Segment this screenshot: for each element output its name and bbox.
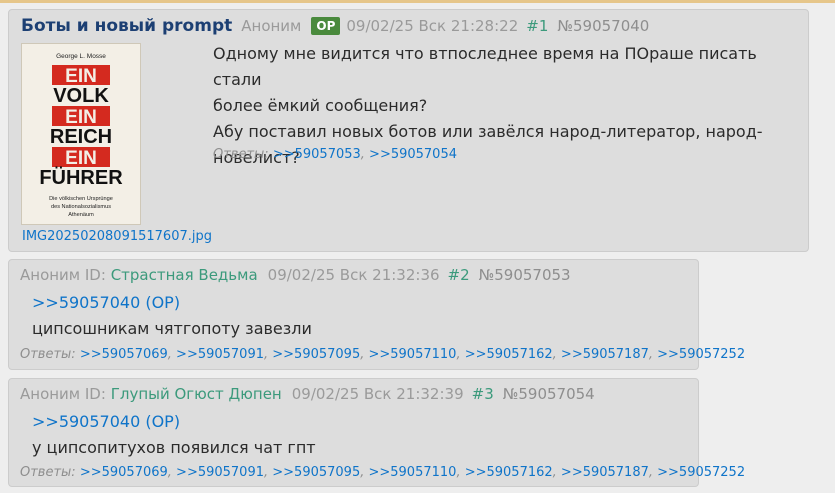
answer-link[interactable]: >>59057053 bbox=[273, 147, 361, 162]
reply-post: Аноним ID: Страстная Ведьма 09/02/25 Вск … bbox=[8, 259, 745, 370]
cover-subtitle-line: des Nationalsozialismus bbox=[51, 204, 111, 210]
cover-title-line: EIN bbox=[65, 66, 97, 87]
answer-link[interactable]: >>59057162 bbox=[465, 465, 553, 480]
answers-label: Ответы: bbox=[20, 347, 76, 362]
top-border bbox=[0, 0, 835, 3]
post-id[interactable]: №59057040 bbox=[557, 17, 649, 35]
post-number: #1 bbox=[526, 17, 549, 35]
answer-link[interactable]: >>59057069 bbox=[80, 347, 168, 362]
cover-author: George L. Mosse bbox=[56, 53, 106, 60]
book-cover-image: George L. Mosse EINVOLKEINREICHEINFÜHRER… bbox=[22, 44, 140, 224]
post-header: Аноним ID: Глупый Огюст Дюпен 09/02/25 Вс… bbox=[20, 384, 595, 404]
post-number: #3 bbox=[471, 385, 494, 403]
answer-link[interactable]: >>59057069 bbox=[80, 465, 168, 480]
message-line: Абу поставил новых ботов или завёлся нар… bbox=[213, 122, 763, 141]
post-header: Боты и новый prompt Аноним OP 09/02/25 Вск … bbox=[21, 16, 649, 36]
post-date: 09/02/25 Вск 21:28:22 bbox=[346, 17, 519, 35]
post-date: 09/02/25 Вск 21:32:36 bbox=[267, 266, 440, 284]
post-number: #2 bbox=[447, 266, 470, 284]
answer-link[interactable]: >>59057252 bbox=[657, 347, 745, 362]
post-id[interactable]: №59057054 bbox=[503, 385, 595, 403]
answers-label: Ответы: bbox=[213, 147, 269, 162]
cover-subtitle-line: Athenäum bbox=[68, 212, 94, 218]
poster-name: Аноним ID: bbox=[20, 385, 106, 403]
answers-label: Ответы: bbox=[20, 465, 76, 480]
answer-link[interactable]: >>59057252 bbox=[657, 465, 745, 480]
cover-title-line: EIN bbox=[65, 148, 97, 169]
answer-link[interactable]: >>59057187 bbox=[561, 347, 649, 362]
cover-title-line: FÜHRER bbox=[39, 166, 123, 189]
post-date: 09/02/25 Вск 21:32:39 bbox=[291, 385, 464, 403]
answer-link[interactable]: >>59057091 bbox=[176, 347, 264, 362]
answer-link[interactable]: >>59057091 bbox=[176, 465, 264, 480]
post-id[interactable]: №59057053 bbox=[479, 266, 571, 284]
answer-link[interactable]: >>59057110 bbox=[368, 347, 456, 362]
answer-link[interactable]: >>59057110 bbox=[368, 465, 456, 480]
post-answers: Ответы: >>59057069, >>59057091, >>590570… bbox=[20, 347, 746, 362]
answer-link[interactable]: >>59057095 bbox=[272, 465, 360, 480]
reply-reference-link[interactable]: >>59057040 (OP) bbox=[32, 293, 180, 312]
poster-name: Аноним bbox=[241, 17, 302, 35]
message-line: ципсошникам чятгопоту завезли bbox=[32, 319, 312, 338]
poster-id: Страстная Ведьма bbox=[110, 266, 258, 284]
poster-id: Глупый Огюст Дюпен bbox=[110, 385, 282, 403]
answer-link[interactable]: >>59057054 bbox=[369, 147, 457, 162]
post-answers: Ответы: >>59057053, >>59057054 bbox=[213, 147, 457, 162]
answer-link[interactable]: >>59057162 bbox=[465, 347, 553, 362]
image-filename-link[interactable]: IMG20250208091517607.jpg bbox=[22, 229, 212, 244]
post-message: >>59057040 (OP) у ципсопитухов появился … bbox=[32, 409, 672, 461]
cover-subtitle-line: Die völkischen Ursprünge bbox=[49, 196, 113, 202]
reply-reference-link[interactable]: >>59057040 (OP) bbox=[32, 412, 180, 431]
answer-link[interactable]: >>59057187 bbox=[561, 465, 649, 480]
cover-title-line: EIN bbox=[65, 107, 97, 128]
reply-post: Аноним ID: Глупый Огюст Дюпен 09/02/25 Вс… bbox=[8, 378, 745, 487]
op-badge: OP bbox=[311, 17, 341, 35]
thread-title: Боты и новый prompt bbox=[21, 16, 233, 36]
cover-title-line: REICH bbox=[50, 126, 112, 148]
post-header: Аноним ID: Страстная Ведьма 09/02/25 Вск … bbox=[20, 265, 571, 285]
op-post: Боты и новый prompt Аноним OP 09/02/25 Вск … bbox=[8, 9, 809, 252]
post-message: >>59057040 (OP) ципсошникам чятгопоту за… bbox=[32, 290, 672, 342]
cover-title-line: VOLK bbox=[53, 85, 109, 107]
message-line: Одному мне видится что втпоследнее время… bbox=[213, 44, 757, 89]
post-image-thumbnail[interactable]: George L. Mosse EIN VOLK EIN REICH EIN FÜHRER… bbox=[22, 44, 140, 224]
post-answers: Ответы: >>59057069, >>59057091, >>590570… bbox=[20, 465, 746, 480]
message-line: у ципсопитухов появился чат гпт bbox=[32, 438, 316, 457]
answer-link[interactable]: >>59057095 bbox=[272, 347, 360, 362]
poster-name: Аноним ID: bbox=[20, 266, 106, 284]
message-line: более ёмкий сообщения? bbox=[213, 96, 428, 115]
